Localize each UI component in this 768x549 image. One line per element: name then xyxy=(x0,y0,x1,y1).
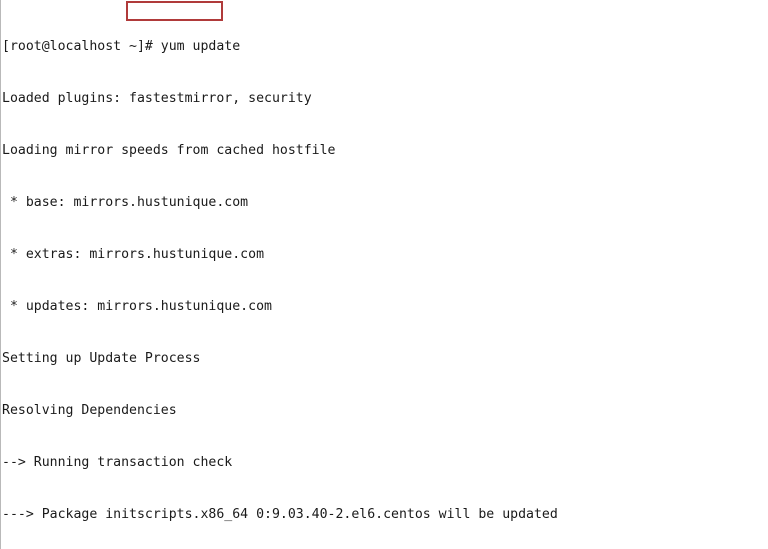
terminal-line-mirror-base: * base: mirrors.hustunique.com xyxy=(2,194,249,210)
terminal-line-prompt-command: [root@localhost ~]# yum update xyxy=(2,38,241,54)
terminal-line-loading-mirror-speeds: Loading mirror speeds from cached hostfi… xyxy=(2,142,336,158)
terminal-line-mirror-updates: * updates: mirrors.hustunique.com xyxy=(2,298,272,314)
terminal-line-resolving-dependencies: Resolving Dependencies xyxy=(2,402,177,418)
terminal-output: [root@localhost ~]# yum update Loaded pl… xyxy=(1,0,645,549)
terminal-line-package-initscripts-updated: ---> Package initscripts.x86_64 0:9.03.4… xyxy=(2,506,558,522)
terminal-window[interactable]: [root@localhost ~]# yum update Loaded pl… xyxy=(0,0,768,549)
terminal-line-loaded-plugins: Loaded plugins: fastestmirror, security xyxy=(2,90,312,106)
terminal-line-running-transaction-check: --> Running transaction check xyxy=(2,454,233,470)
terminal-line-setting-up-update-process: Setting up Update Process xyxy=(2,350,201,366)
terminal-line-mirror-extras: * extras: mirrors.hustunique.com xyxy=(2,246,265,262)
